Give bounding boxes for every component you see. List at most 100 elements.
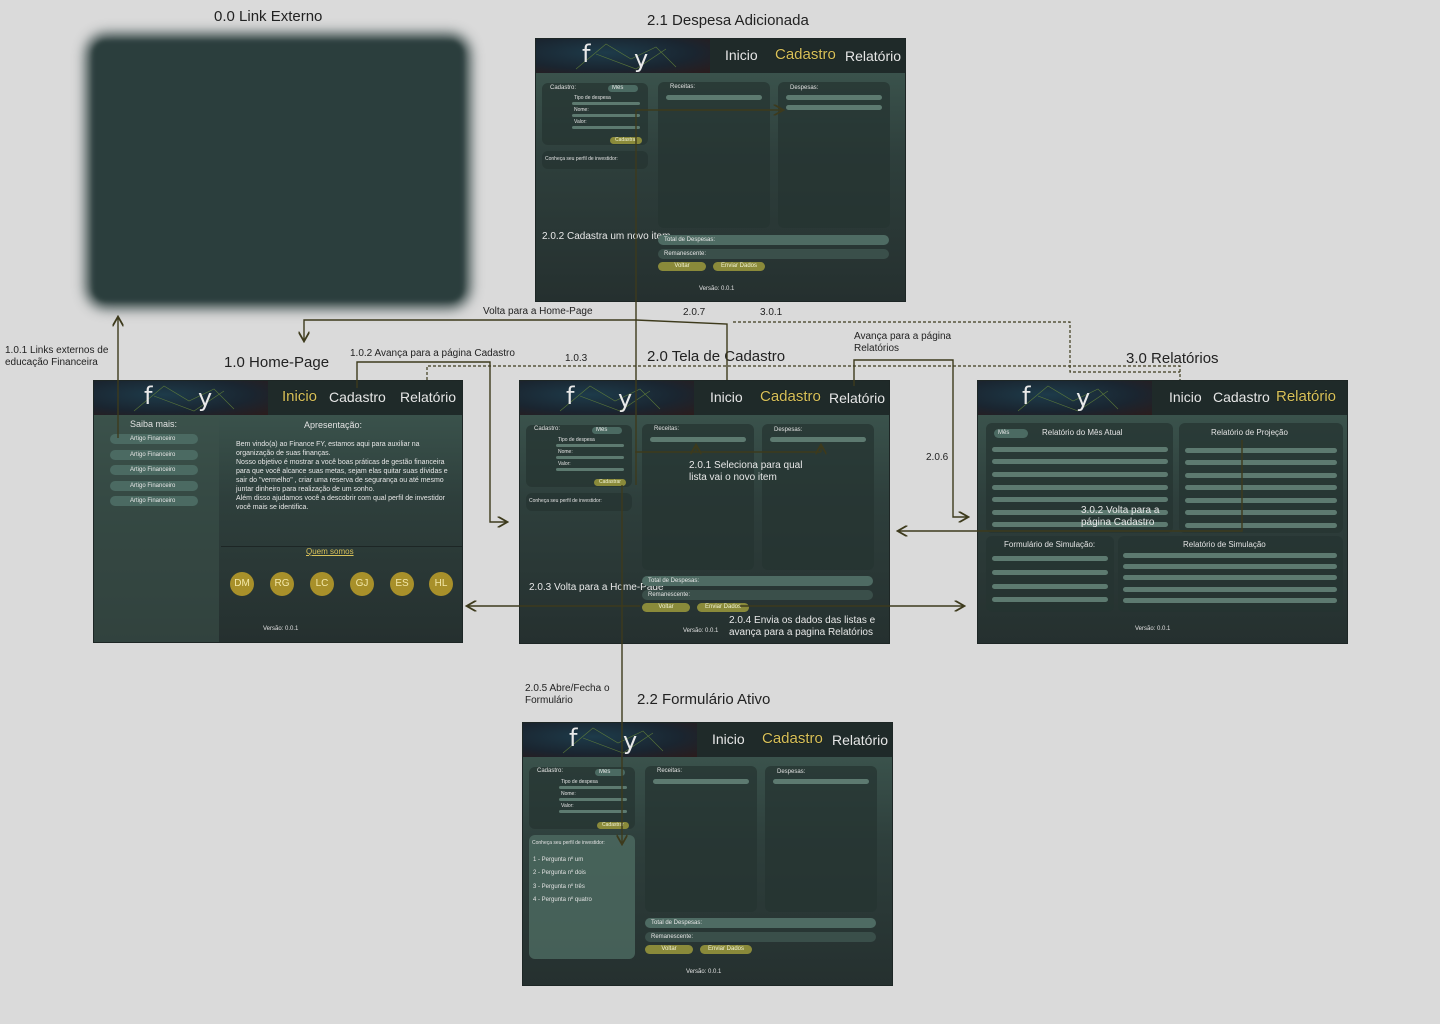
pergunta-item[interactable]: 4 - Pergunta nº quatro xyxy=(533,897,592,903)
versao: Versão: 0.0.1 xyxy=(686,969,722,975)
nome-input[interactable] xyxy=(572,114,640,117)
screen-formulario-ativo: f y Inicio Cadastro Relatório Cadastro: … xyxy=(522,722,893,986)
note-links-externos: 1.0.1 Links externos de educação Finance… xyxy=(5,345,109,368)
member-avatar[interactable]: DM xyxy=(230,572,254,596)
note-207: 2.0.7 xyxy=(683,307,706,318)
nav-relatorio[interactable]: Relatório xyxy=(1276,388,1336,405)
voltar-button[interactable]: Voltar xyxy=(645,945,693,954)
mes-select[interactable]: Mês xyxy=(592,427,622,434)
note-301: 3.0.1 xyxy=(760,307,783,318)
simulation-input[interactable] xyxy=(992,584,1108,589)
perfil-investidor-toggle[interactable]: Conheça seu perfil de investidor: xyxy=(542,151,648,169)
title-link-externo: 0.0 Link Externo xyxy=(214,8,323,25)
pergunta-item[interactable]: 3 - Pergunta nº três xyxy=(533,884,585,890)
voltar-button[interactable]: Voltar xyxy=(658,262,706,271)
member-avatar[interactable]: HL xyxy=(429,572,453,596)
relatorio-projecao-title: Relatório de Projeção xyxy=(1211,428,1288,437)
nav-cadastro[interactable]: Cadastro xyxy=(329,389,386,405)
despesas-panel: Despesas: xyxy=(778,82,890,228)
valor-input[interactable] xyxy=(572,126,640,129)
sidebar: Saiba mais: Artigo Financeiro Artigo Fin… xyxy=(94,415,219,642)
nav-cadastro[interactable]: Cadastro xyxy=(1213,389,1270,405)
note-volta-home: Volta para a Home-Page xyxy=(483,306,593,317)
nome-label: Nome: xyxy=(558,449,573,455)
mes-select[interactable]: Mês xyxy=(595,769,625,776)
annotation-envia: 2.0.4 Envia os dados das listas e avança… xyxy=(729,615,876,638)
nav-relatorio[interactable]: Relatório xyxy=(400,389,456,405)
nav-inicio[interactable]: Inicio xyxy=(282,388,317,405)
simulation-input[interactable] xyxy=(992,556,1108,561)
perfil-investidor-toggle[interactable]: Conheça seu perfil de investidor: xyxy=(526,493,632,511)
cadastrar-button[interactable]: Cadastrar xyxy=(610,137,642,144)
nav-inicio[interactable]: Inicio xyxy=(712,731,745,747)
tipo-despesa-label: Tipo de despesa xyxy=(558,437,595,443)
logo: f y xyxy=(536,39,710,73)
report-row xyxy=(1185,448,1337,453)
nome-input[interactable] xyxy=(559,798,627,801)
pergunta-item[interactable]: 1 - Pergunta nº um xyxy=(533,857,583,863)
versao: Versão: 0.0.1 xyxy=(263,626,299,632)
apresentacao-text: Bem vindo(a) ao Finance FY, estamos aqui… xyxy=(236,441,448,511)
valor-label: Valor: xyxy=(561,803,574,809)
report-row xyxy=(1185,498,1337,503)
member-avatar[interactable]: ES xyxy=(390,572,414,596)
enviar-dados-button[interactable]: Enviar Dados xyxy=(697,603,749,612)
nav-cadastro[interactable]: Cadastro xyxy=(760,388,821,405)
receita-item xyxy=(653,779,749,784)
tipo-despesa-label: Tipo de despesa xyxy=(574,95,611,101)
nav-relatorio[interactable]: Relatório xyxy=(832,732,888,748)
nav-inicio[interactable]: Inicio xyxy=(725,47,758,63)
title-despesa-adicionada: 2.1 Despesa Adicionada xyxy=(647,12,809,29)
perfil-investidor-form: Conheça seu perfil de investidor: 1 - Pe… xyxy=(529,835,635,959)
simulation-input[interactable] xyxy=(992,597,1108,602)
screen-home-page: f y Inicio Cadastro Relatório Saiba mais… xyxy=(93,380,463,643)
tipo-despesa-label: Tipo de despesa xyxy=(561,779,598,785)
valor-input[interactable] xyxy=(559,810,627,813)
mes-select[interactable]: Mês xyxy=(608,85,638,92)
relatorio-projecao-panel: Relatório de Projeção xyxy=(1179,423,1343,533)
report-row xyxy=(1123,587,1337,592)
nav-inicio[interactable]: Inicio xyxy=(710,389,743,405)
report-row xyxy=(992,459,1168,464)
artigo-link[interactable]: Artigo Financeiro xyxy=(110,450,198,460)
nome-label: Nome: xyxy=(561,791,576,797)
artigo-link[interactable]: Artigo Financeiro xyxy=(110,434,198,444)
member-avatar[interactable]: GJ xyxy=(350,572,374,596)
enviar-dados-button[interactable]: Enviar Dados xyxy=(700,945,752,954)
nav-cadastro[interactable]: Cadastro xyxy=(775,46,836,63)
nome-input[interactable] xyxy=(556,456,624,459)
tipo-despesa-input[interactable] xyxy=(556,444,624,447)
cadastrar-button[interactable]: Cadastrar xyxy=(597,822,629,829)
voltar-button[interactable]: Voltar xyxy=(642,603,690,612)
tipo-despesa-input[interactable] xyxy=(559,786,627,789)
cadastrar-button[interactable]: Cadastrar xyxy=(594,479,626,486)
valor-input[interactable] xyxy=(556,468,624,471)
header: f y Inicio Cadastro Relatório xyxy=(94,381,462,415)
logo-y: y xyxy=(634,45,649,73)
nav-inicio[interactable]: Inicio xyxy=(1169,389,1202,405)
nav-relatorio[interactable]: Relatório xyxy=(829,390,885,406)
dashed-103 xyxy=(426,365,1181,380)
artigo-link[interactable]: Artigo Financeiro xyxy=(110,496,198,506)
external-link-placeholder xyxy=(92,40,464,302)
header: f y Inicio Cadastro Relatório xyxy=(520,381,889,415)
artigo-link[interactable]: Artigo Financeiro xyxy=(110,465,198,475)
artigo-link[interactable]: Artigo Financeiro xyxy=(110,481,198,491)
simulation-input[interactable] xyxy=(992,570,1108,575)
pergunta-item[interactable]: 2 - Pergunta nº dois xyxy=(533,870,586,876)
relatorio-simulacao-panel: Relatório de Simulação xyxy=(1118,536,1343,612)
cadastro-form: Cadastro: Mês Tipo de despesa Nome: Valo… xyxy=(529,767,635,829)
nav-cadastro[interactable]: Cadastro xyxy=(762,730,823,747)
nav-relatorio[interactable]: Relatório xyxy=(845,48,901,64)
screen-relatorios: f y Inicio Cadastro Relatório Mês Relató… xyxy=(977,380,1348,644)
cadastro-form: Cadastro: Mês Tipo de despesa Nome: Valo… xyxy=(526,425,632,487)
member-avatar[interactable]: LC xyxy=(310,572,334,596)
perfil-investidor-label[interactable]: Conheça seu perfil de investidor: xyxy=(532,840,605,846)
enviar-dados-button[interactable]: Enviar Dados xyxy=(713,262,765,271)
member-avatar[interactable]: RG xyxy=(270,572,294,596)
logo-f: f xyxy=(566,382,575,410)
mes-select[interactable]: Mês xyxy=(994,429,1028,438)
tipo-despesa-input[interactable] xyxy=(572,102,640,105)
report-row xyxy=(992,485,1168,490)
saiba-mais-label: Saiba mais: xyxy=(130,419,178,429)
